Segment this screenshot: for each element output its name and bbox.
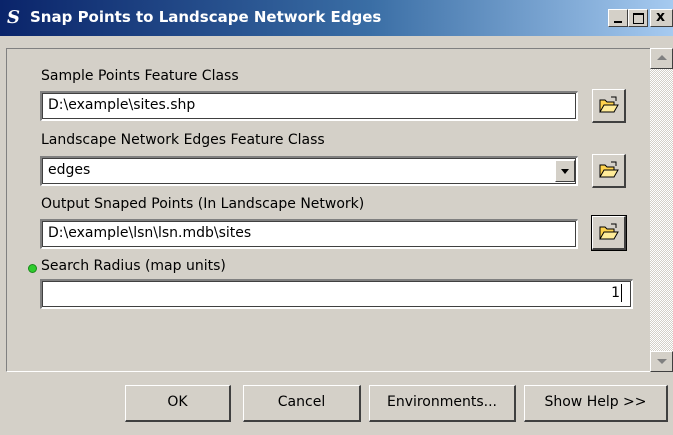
- close-button[interactable]: x: [650, 9, 673, 27]
- output-points-input[interactable]: D:\example\lsn\lsn.mdb\sites: [40, 219, 578, 249]
- vertical-scrollbar[interactable]: [650, 48, 673, 372]
- sample-points-browse-button[interactable]: [592, 89, 626, 123]
- title-bar[interactable]: S Snap Points to Landscape Network Edges…: [0, 0, 673, 36]
- search-radius-value: 1: [611, 285, 620, 301]
- open-folder-icon: [599, 96, 619, 113]
- maximize-button[interactable]: [628, 9, 648, 27]
- scroll-up-button[interactable]: [650, 48, 673, 69]
- environments-button[interactable]: Environments...: [369, 385, 516, 422]
- toolbox-s-icon: S: [7, 7, 20, 28]
- ok-button[interactable]: OK: [125, 385, 231, 422]
- show-help-button[interactable]: Show Help >>: [524, 385, 668, 422]
- open-folder-icon: [599, 161, 619, 178]
- sample-points-label: Sample Points Feature Class: [41, 68, 239, 84]
- network-edges-label: Landscape Network Edges Feature Class: [41, 132, 325, 148]
- text-caret: [621, 284, 622, 302]
- search-radius-input[interactable]: 1: [40, 279, 633, 309]
- window-title: Snap Points to Landscape Network Edges: [30, 8, 382, 26]
- sample-points-input[interactable]: D:\example\sites.shp: [40, 91, 578, 121]
- network-edges-select[interactable]: edges: [40, 156, 578, 186]
- open-folder-icon: [599, 223, 619, 240]
- scroll-down-button[interactable]: [650, 351, 673, 372]
- search-radius-label: Search Radius (map units): [41, 258, 226, 274]
- close-icon: x: [656, 9, 666, 25]
- required-indicator-icon: [28, 264, 37, 273]
- network-edges-browse-button[interactable]: [592, 154, 626, 188]
- cancel-button[interactable]: Cancel: [243, 385, 361, 422]
- network-edges-value: edges: [48, 162, 91, 178]
- minimize-button[interactable]: [608, 9, 628, 27]
- output-points-label: Output Snaped Points (In Landscape Netwo…: [41, 196, 365, 212]
- chevron-down-icon[interactable]: [555, 160, 575, 182]
- output-points-browse-button[interactable]: [591, 215, 627, 251]
